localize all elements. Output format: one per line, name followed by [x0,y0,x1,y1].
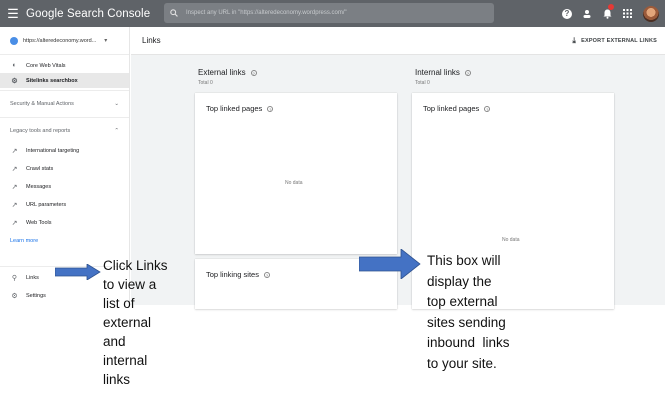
sidebar-item-core-web-vitals[interactable]: ◐ Core Web Vitals [0,58,129,73]
url-inspection-search[interactable]: Inspect any URL in "https://alteredecono… [164,3,494,23]
annotation-line: internal [103,353,148,368]
download-icon: ⤓ [572,36,577,45]
external-links-total: Total 0 [198,80,213,86]
internal-links-heading: Internal links? [415,68,471,77]
annotation-line: inbound links [427,335,510,350]
sidebar-item-label: Settings [26,293,46,299]
annotation-line: sites sending [427,314,506,330]
annotation-line: to view a [103,277,157,292]
sidebar-item-messages[interactable]: ↗ Messages [0,178,129,196]
no-data-text: No data [502,237,520,243]
annotation-line: Click Links [103,258,168,273]
help-icon[interactable]: ? [263,272,270,279]
external-link-icon: ↗ [11,202,18,209]
gear-icon: ⚙ [11,293,18,300]
sidebar-item-label: Web Tools [26,220,52,226]
external-link-icon: ↗ [11,220,18,227]
external-link-icon: ↗ [11,184,18,191]
annotation-line: This box will [427,253,501,268]
sidebar-item-label: Crawl stats [26,166,54,172]
help-button[interactable]: ? [557,0,577,27]
annotation-line: to your site. [427,355,497,371]
annotation-arrow-left [55,264,101,280]
export-label: EXPORT EXTERNAL LINKS [581,38,657,44]
no-data-text: No data [285,180,303,186]
apps-grid-icon [622,9,632,18]
people-settings-icon [583,9,591,18]
sitelinks-icon: ⚙ [11,77,18,85]
screenshot-page: ☰ Google Search Console Inspect any URL … [0,0,665,416]
annotation-line: external [103,315,152,330]
help-icon[interactable]: ? [464,69,471,76]
chevron-down-icon: ▾ [104,38,108,44]
help-icon[interactable]: ? [250,69,257,76]
help-icon[interactable]: ? [484,106,491,113]
help-icon: ? [562,8,572,19]
topbar-actions: ? [557,0,665,27]
search-placeholder: Inspect any URL in "https://alteredecono… [186,10,347,16]
learn-more-link[interactable]: Learn more [0,232,129,249]
speedometer-icon: ◐ [12,62,17,69]
export-external-links-button[interactable]: ⤓ EXPORT EXTERNAL LINKS [572,33,657,49]
sidebar-item-label: Core Web Vitals [26,62,66,69]
section-label: Legacy tools and reports [10,128,71,134]
external-top-linked-pages-card: Top linked pages? No data [195,93,397,254]
user-avatar[interactable] [643,5,659,22]
section-security[interactable]: Security & Manual Actions ⌄ [0,93,129,115]
external-link-icon: ↗ [11,148,18,155]
globe-icon [10,36,18,45]
hamburger-menu-icon[interactable]: ☰ [0,6,26,22]
annotation-line: top external [427,294,498,309]
property-selector[interactable]: https://alteredeconomy.word... ▾ [0,27,129,55]
external-links-heading: External links? [198,68,257,77]
sidebar-item-url-parameters[interactable]: ↗ URL parameters [0,196,129,214]
help-icon[interactable]: ? [267,106,274,113]
card-title-text: Top linking sites [206,270,259,279]
page-title: Links [142,36,161,45]
links-icon: ⚲ [11,275,18,282]
annotation-line: display the [427,273,492,289]
external-link-icon: ↗ [11,166,18,173]
annotation-arrow-right [359,249,421,279]
sidebar-item-label: International targeting [26,148,80,154]
notification-badge [608,4,614,10]
annotation-right: This box will display the top external s… [427,251,510,374]
sidebar-item-web-tools[interactable]: ↗ Web Tools [0,214,129,232]
top-app-bar: ☰ Google Search Console Inspect any URL … [0,0,665,27]
sidebar-item-label: URL parameters [26,202,67,208]
internal-links-total: Total 0 [415,80,430,86]
card-title: Top linked pages? [206,104,274,113]
property-url: https://alteredeconomy.word... [23,37,97,44]
apps-button[interactable] [617,0,637,27]
chevron-down-icon: ⌄ [114,101,119,107]
section-label: Security & Manual Actions [10,101,74,107]
card-title-text: Top linked pages [423,104,480,113]
sidebar-item-international-targeting[interactable]: ↗ International targeting [0,142,129,160]
chevron-up-icon: ⌃ [114,128,119,134]
sidebar-item-label: Links [26,275,39,281]
sidebar-item-label: Messages [26,184,52,190]
annotation-line: list of [103,296,135,311]
notifications-button[interactable] [597,0,617,27]
user-settings-button[interactable] [577,0,597,27]
app-brand: Google Search Console [26,7,151,20]
annotation-left: Click Links to view a list of external a… [103,256,168,389]
bell-icon [603,9,611,19]
card-title-text: Top linked pages [206,104,263,113]
heading-text: External links [198,68,246,77]
annotation-line: links [103,372,131,387]
heading-text: Internal links [415,68,460,77]
card-title: Top linked pages? [423,104,491,113]
sidebar-item-crawl-stats[interactable]: ↗ Crawl stats [0,160,129,178]
section-legacy[interactable]: Legacy tools and reports ⌃ [0,120,129,142]
divider [0,117,129,118]
divider [0,90,129,91]
sidebar-item-sitelinks-searchbox[interactable]: ⚙ Sitelinks searchbox [0,73,129,88]
card-title: Top linking sites? [206,270,270,279]
sidebar-item-label: Sitelinks searchbox [26,77,78,84]
search-icon [170,9,178,17]
annotation-line: and [103,334,126,349]
